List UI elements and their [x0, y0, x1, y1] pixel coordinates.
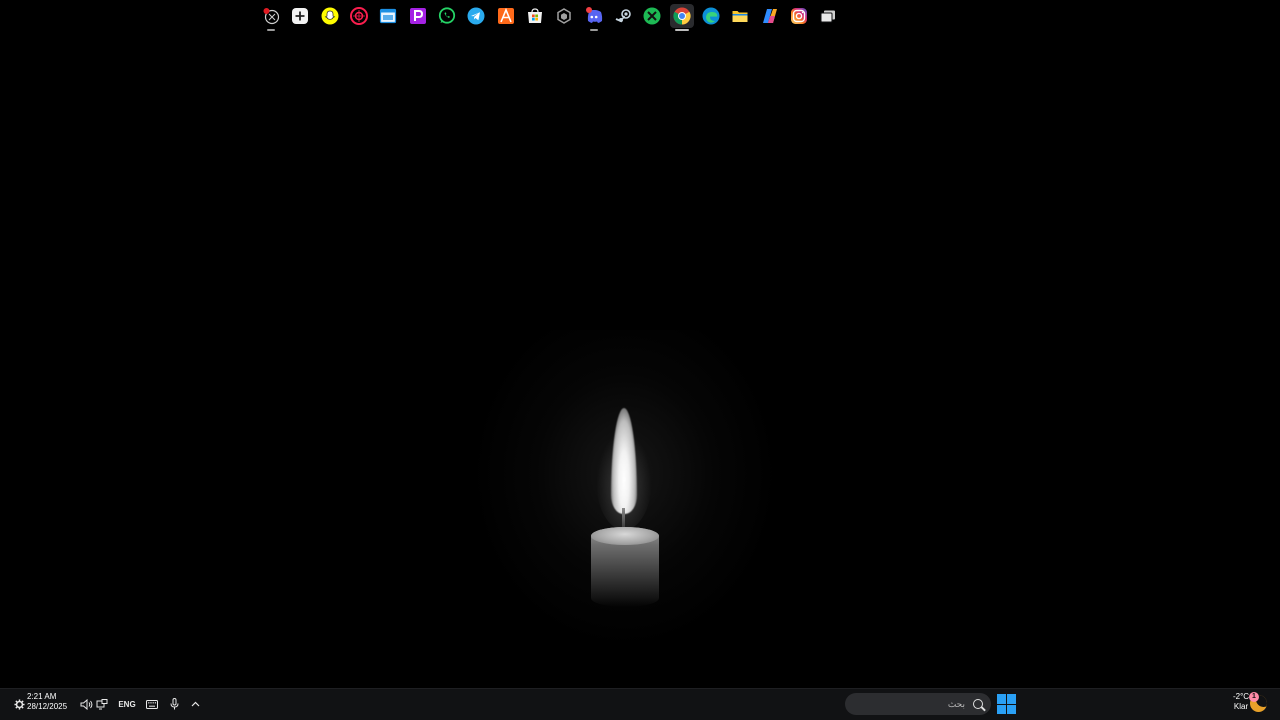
steam-button[interactable]: [611, 4, 635, 28]
search-box[interactable]: بحث: [845, 693, 991, 715]
green-app-button[interactable]: [640, 4, 664, 28]
window-app-icon: [379, 8, 397, 24]
chevron-up-icon[interactable]: [188, 696, 202, 712]
clock-date: 28/12/2025: [27, 702, 68, 711]
instagram-button[interactable]: [787, 4, 811, 28]
weather-badge: 1: [1249, 692, 1259, 702]
window-app-button[interactable]: [376, 4, 400, 28]
edge-icon: [702, 7, 720, 25]
instagram-icon: [791, 8, 807, 24]
microphone-icon[interactable]: [167, 696, 181, 712]
language-indicator[interactable]: ENG: [117, 696, 137, 712]
start-tile: [997, 704, 1006, 714]
hexagon-app-icon: [557, 8, 571, 24]
start-tile: [1007, 704, 1016, 714]
speaker-icon[interactable]: [79, 696, 93, 712]
orange-a-app-button[interactable]: [494, 4, 518, 28]
search-icon: [973, 699, 983, 709]
copilot-button[interactable]: [758, 4, 782, 28]
opera-gx-button[interactable]: [347, 4, 371, 28]
purple-p-app-button[interactable]: [406, 4, 430, 28]
screen-recorder-icon: [263, 8, 280, 25]
discord-button[interactable]: [582, 4, 606, 31]
task-view-icon: [820, 10, 835, 23]
desktop-wallpaper: [0, 0, 1280, 688]
green-app-icon: [643, 7, 661, 25]
microsoft-store-icon: [528, 8, 542, 23]
active-indicator: [675, 29, 689, 31]
start-tile: [997, 694, 1006, 704]
network-icon[interactable]: [95, 696, 109, 712]
orange-a-app-icon: [498, 7, 514, 24]
whatsapp-button[interactable]: [435, 4, 459, 28]
snapchat-icon: [321, 7, 339, 25]
gear-icon[interactable]: [12, 696, 26, 712]
discord-icon: [586, 7, 603, 23]
add-icon: [292, 8, 308, 24]
opera-gx-icon: [350, 7, 368, 25]
copilot-icon: [763, 9, 777, 23]
chrome-icon: [673, 7, 691, 25]
chrome-button[interactable]: [670, 4, 694, 31]
task-view-button[interactable]: [816, 4, 840, 28]
snapchat-button[interactable]: [318, 4, 342, 28]
file-explorer-button[interactable]: [728, 4, 752, 28]
hexagon-app-button[interactable]: [552, 4, 576, 28]
search-placeholder: بحث: [947, 698, 965, 709]
start-tile: [1007, 694, 1016, 704]
candle-top: [591, 527, 659, 545]
keyboard-icon[interactable]: [145, 696, 159, 712]
candle-wick: [622, 508, 625, 528]
clock-time: 2:21 AM: [27, 692, 57, 701]
screen-recorder-button[interactable]: [259, 4, 283, 31]
windows-start-icon[interactable]: [997, 694, 1017, 714]
steam-icon: [615, 9, 631, 23]
telegram-button[interactable]: [464, 4, 488, 28]
file-explorer-icon: [732, 11, 748, 22]
add-app-button[interactable]: [288, 4, 312, 28]
purple-p-app-icon: [410, 8, 426, 24]
telegram-icon: [467, 7, 485, 25]
edge-button[interactable]: [699, 4, 723, 28]
microsoft-store-button[interactable]: [523, 4, 547, 28]
whatsapp-icon: [438, 7, 456, 24]
running-indicator: [267, 29, 275, 31]
taskbar-clock[interactable]: 2:21 AM 28/12/2025: [27, 692, 77, 712]
running-indicator: [590, 29, 598, 31]
